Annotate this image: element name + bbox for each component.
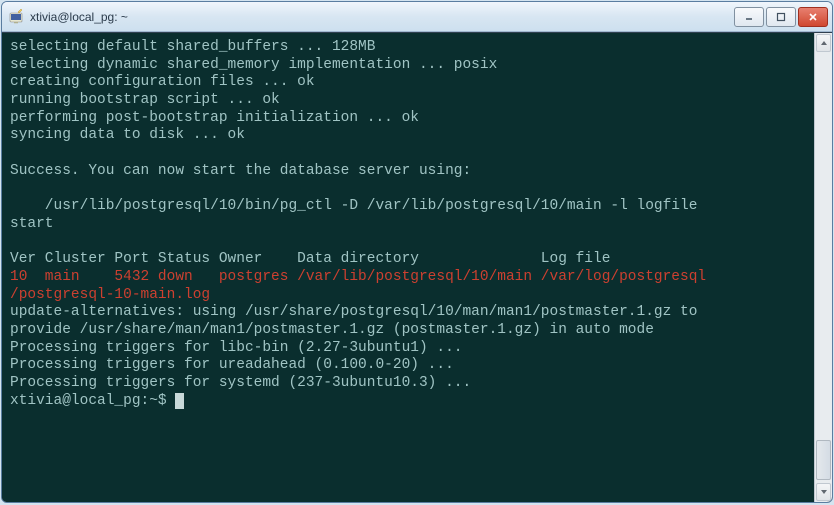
titlebar[interactable]: xtivia@local_pg: ~ bbox=[2, 2, 832, 32]
terminal-line: Processing triggers for systemd (237-3ub… bbox=[10, 375, 471, 391]
terminal-line: Success. You can now start the database … bbox=[10, 163, 471, 179]
terminal-output[interactable]: selecting default shared_buffers ... 128… bbox=[2, 33, 814, 502]
terminal-line: Ver Cluster Port Status Owner Data direc… bbox=[10, 251, 610, 267]
terminal-line: performing post-bootstrap initialization… bbox=[10, 110, 419, 126]
terminal-line: /usr/lib/postgresql/10/bin/pg_ctl -D /va… bbox=[10, 198, 697, 214]
terminal-line: Processing triggers for libc-bin (2.27-3… bbox=[10, 340, 462, 356]
vertical-scrollbar[interactable] bbox=[814, 33, 832, 502]
terminal-line: start bbox=[10, 216, 54, 232]
terminal-line: selecting dynamic shared_memory implemen… bbox=[10, 57, 497, 73]
scroll-down-arrow-icon[interactable] bbox=[816, 483, 831, 501]
terminal-line: update-alternatives: using /usr/share/po… bbox=[10, 304, 697, 320]
terminal-line: 10 main 5432 down postgres /var/lib/post… bbox=[10, 269, 706, 285]
window-controls bbox=[734, 7, 828, 27]
terminal-line: creating configuration files ... ok bbox=[10, 74, 315, 90]
scrollbar-track[interactable] bbox=[815, 53, 832, 482]
window-title: xtivia@local_pg: ~ bbox=[30, 10, 734, 24]
terminal-line: /postgresql-10-main.log bbox=[10, 287, 210, 303]
close-button[interactable] bbox=[798, 7, 828, 27]
terminal-window: xtivia@local_pg: ~ selecting default sha… bbox=[1, 1, 833, 503]
scrollbar-thumb[interactable] bbox=[816, 440, 831, 480]
putty-icon bbox=[8, 9, 24, 25]
terminal-line: syncing data to disk ... ok bbox=[10, 127, 245, 143]
terminal-line: provide /usr/share/man/man1/postmaster.1… bbox=[10, 322, 654, 338]
terminal-line: running bootstrap script ... ok bbox=[10, 92, 280, 108]
maximize-button[interactable] bbox=[766, 7, 796, 27]
terminal-line: selecting default shared_buffers ... 128… bbox=[10, 39, 375, 55]
cursor bbox=[175, 393, 184, 409]
terminal-area: selecting default shared_buffers ... 128… bbox=[2, 32, 832, 502]
scroll-up-arrow-icon[interactable] bbox=[816, 34, 831, 52]
minimize-button[interactable] bbox=[734, 7, 764, 27]
terminal-line: Processing triggers for ureadahead (0.10… bbox=[10, 357, 454, 373]
shell-prompt: xtivia@local_pg:~$ bbox=[10, 393, 175, 409]
